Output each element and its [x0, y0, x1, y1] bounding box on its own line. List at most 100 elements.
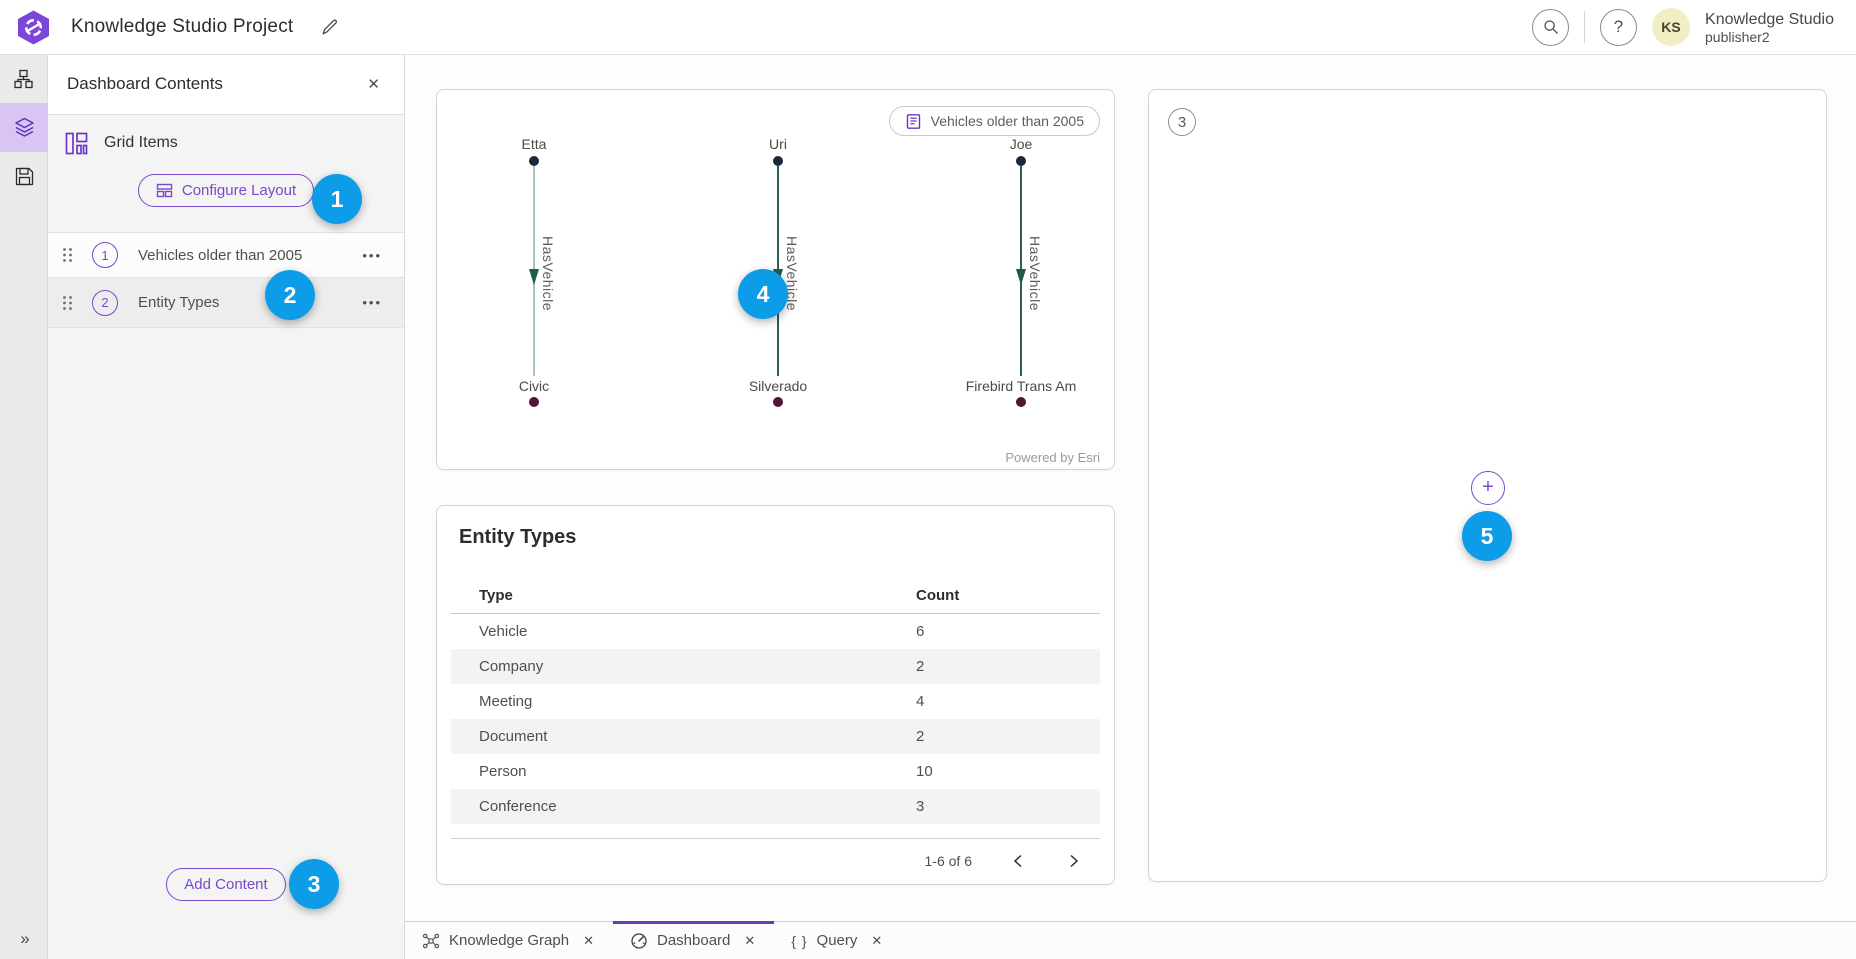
- previous-page-button[interactable]: [1008, 850, 1028, 872]
- cell-type: Meeting: [451, 693, 916, 710]
- close-tab-button[interactable]: ✕: [869, 931, 884, 951]
- node-label: Civic: [519, 378, 549, 394]
- header-divider: [1584, 11, 1585, 43]
- item-number-badge: 2: [92, 290, 118, 316]
- item-number-badge: 1: [92, 242, 118, 268]
- cell-type: Vehicle: [451, 623, 916, 640]
- panel-close-button[interactable]: ✕: [363, 71, 384, 97]
- esri-attribution: Powered by Esri: [1000, 448, 1105, 467]
- chip-label: Vehicles older than 2005: [931, 113, 1084, 129]
- help-button[interactable]: ?: [1600, 9, 1637, 46]
- add-content-label: Add Content: [184, 876, 267, 893]
- page-title: Knowledge Studio Project: [71, 16, 293, 38]
- cell-count: 2: [916, 728, 1100, 745]
- cell-count: 3: [916, 798, 1100, 815]
- table-row: Conference 3: [451, 789, 1100, 824]
- cell-type: Conference: [451, 798, 916, 815]
- layer-document-icon: [905, 113, 922, 130]
- rail-item-save[interactable]: [0, 152, 48, 201]
- knowledge-studio-app: Knowledge Studio Project ? KS Knowledge …: [0, 0, 1856, 959]
- dashboard-canvas: Vehicles older than 2005 Etta HasVehicle…: [405, 54, 1856, 921]
- knowledge-studio-logo-icon: [15, 9, 52, 46]
- cell-count: 10: [916, 763, 1100, 780]
- edge-arrowhead-icon: [1016, 269, 1026, 285]
- item-options-button[interactable]: •••: [356, 294, 388, 311]
- entity-types-table: Type Count Vehicle 6 Company 2 Meeting 4: [451, 577, 1100, 882]
- data-model-icon: [14, 69, 34, 89]
- user-avatar[interactable]: KS: [1652, 8, 1690, 46]
- tab-knowledge-graph[interactable]: Knowledge Graph ✕: [405, 922, 613, 959]
- drag-handle[interactable]: [60, 243, 75, 267]
- tab-dashboard[interactable]: Dashboard ✕: [613, 922, 774, 959]
- configure-layout-label: Configure Layout: [182, 182, 296, 199]
- plus-icon: +: [1482, 476, 1494, 499]
- search-icon: [1543, 19, 1559, 35]
- graph-node-person[interactable]: [1016, 156, 1026, 166]
- close-icon: ✕: [871, 933, 882, 948]
- list-item-vehicles[interactable]: 1 Vehicles older than 2005 •••: [48, 232, 404, 277]
- graph-node-person[interactable]: [529, 156, 539, 166]
- tutorial-step-badge: 5: [1462, 511, 1512, 561]
- graph-edge-line: HasVehicle: [533, 166, 535, 376]
- cell-type: Person: [451, 763, 916, 780]
- tab-label: Dashboard: [657, 932, 730, 949]
- table-title: Entity Types: [437, 506, 1114, 549]
- tutorial-step-badge: 3: [289, 859, 339, 909]
- next-page-button[interactable]: [1064, 850, 1084, 872]
- layers-icon: [14, 117, 35, 138]
- header-actions: ? KS Knowledge Studio publisher2: [1532, 8, 1856, 46]
- graph-filter-chip[interactable]: Vehicles older than 2005: [889, 106, 1100, 136]
- active-tab-indicator: [613, 921, 774, 924]
- table-pagination: 1-6 of 6: [451, 838, 1100, 882]
- item-number: 2: [101, 295, 108, 310]
- rail-item-dashboard-contents[interactable]: [0, 103, 48, 152]
- panel-header: Dashboard Contents ✕: [48, 54, 404, 115]
- graph-edge-column: Uri HasVehicle Silverado: [668, 136, 888, 407]
- column-header-type: Type: [451, 587, 916, 604]
- item-options-button[interactable]: •••: [356, 247, 388, 264]
- configure-layout-button[interactable]: Configure Layout: [138, 174, 314, 207]
- node-label: Uri: [769, 136, 787, 152]
- pencil-icon: [321, 18, 339, 36]
- chevron-right-icon: [1068, 854, 1080, 868]
- close-tab-button[interactable]: ✕: [581, 931, 596, 951]
- dashboard-gauge-icon: [630, 932, 648, 950]
- list-item-entity-types[interactable]: 2 Entity Types •••: [48, 277, 404, 328]
- app-header: Knowledge Studio Project ? KS Knowledge …: [0, 0, 1856, 55]
- tab-query[interactable]: { } Query ✕: [774, 922, 901, 959]
- user-role: publisher2: [1705, 29, 1834, 46]
- cell-type: Document: [451, 728, 916, 745]
- column-header-count: Count: [916, 587, 1100, 604]
- search-button[interactable]: [1532, 9, 1569, 46]
- add-content-button[interactable]: Add Content: [166, 868, 285, 901]
- tutorial-step-badge: 4: [738, 269, 788, 319]
- expand-rail-button[interactable]: »: [0, 929, 48, 949]
- save-icon: [15, 167, 34, 186]
- graph-node-vehicle[interactable]: [529, 397, 539, 407]
- graph-edge-line: HasVehicle: [777, 166, 779, 376]
- user-name: Knowledge Studio: [1705, 10, 1834, 29]
- empty-grid-cell-card: 3 +: [1148, 89, 1827, 882]
- rail-item-data-model[interactable]: [0, 54, 48, 103]
- ellipsis-icon: •••: [362, 248, 382, 263]
- node-label: Firebird Trans Am: [966, 378, 1076, 394]
- edit-title-button[interactable]: [317, 14, 343, 40]
- graph-node-vehicle[interactable]: [1016, 397, 1026, 407]
- table-row: Person 10: [451, 754, 1100, 789]
- grid-cell-number-badge: 3: [1168, 108, 1196, 136]
- close-tab-button[interactable]: ✕: [742, 931, 757, 951]
- cell-count: 2: [916, 658, 1100, 675]
- grid-item-list: 1 Vehicles older than 2005 ••• 2: [48, 232, 404, 328]
- grid-cell-number: 3: [1178, 114, 1186, 131]
- grid-items-section: Grid Items: [64, 127, 404, 159]
- user-info: Knowledge Studio publisher2: [1705, 9, 1834, 46]
- close-icon: ✕: [744, 933, 755, 948]
- graph-node-person[interactable]: [773, 156, 783, 166]
- add-widget-button[interactable]: +: [1471, 471, 1505, 505]
- drag-handle[interactable]: [60, 291, 75, 315]
- cell-count: 6: [916, 623, 1100, 640]
- graph-node-vehicle[interactable]: [773, 397, 783, 407]
- node-label: Silverado: [749, 378, 807, 394]
- item-number: 1: [101, 248, 108, 263]
- panel-title: Dashboard Contents: [67, 74, 363, 94]
